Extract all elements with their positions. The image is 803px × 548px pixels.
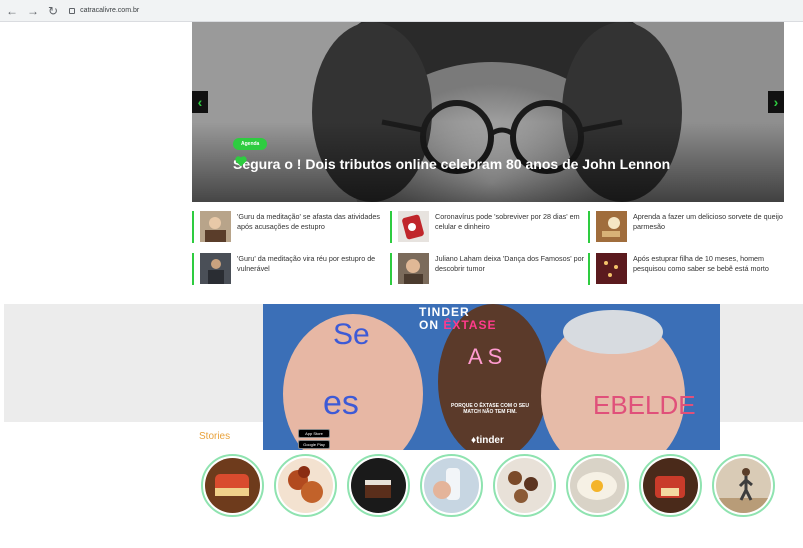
story-circle[interactable]: [639, 454, 702, 517]
news-title: Aprenda a fazer um delicioso sorvete de …: [633, 212, 783, 231]
tinder-ad-banner[interactable]: Se es EBELDE A S TINDER ON ÊXTASE PORQUE…: [263, 304, 720, 450]
ad-on: ON: [419, 318, 444, 332]
news-title: Juliano Laham deixa 'Dança dos Famosos' …: [435, 254, 584, 273]
news-item[interactable]: 'Guru' da meditação vira réu por estupro…: [192, 253, 390, 285]
app-store-badge[interactable]: App Store: [298, 429, 330, 438]
stories-row: [201, 454, 775, 517]
news-title: 'Guru da meditação' se afasta das ativid…: [237, 212, 380, 231]
news-grid: 'Guru da meditação' se afasta das ativid…: [192, 211, 784, 285]
story-circle[interactable]: [566, 454, 629, 517]
story-image: [278, 458, 333, 513]
story-circle[interactable]: [201, 454, 264, 517]
svg-text:A S: A S: [468, 344, 502, 369]
story-circle[interactable]: [347, 454, 410, 517]
chevron-left-icon: ‹: [197, 94, 203, 110]
back-arrow-icon[interactable]: ←: [6, 5, 18, 17]
hero-title[interactable]: Segura o ! Dois tributos online celebram…: [233, 156, 670, 172]
news-thumbnail: [200, 211, 231, 242]
stories-title: Stories: [199, 431, 231, 442]
chevron-right-icon: ›: [773, 94, 779, 110]
reload-icon[interactable]: ↻: [48, 5, 58, 17]
browser-toolbar: ← → ↻ catracalivre.com.br: [0, 0, 803, 22]
lock-icon: [69, 7, 76, 14]
svg-text:es: es: [323, 384, 359, 422]
tinder-brand: tinder: [476, 435, 504, 446]
news-thumbnail: [398, 253, 429, 284]
news-item[interactable]: Juliano Laham deixa 'Dança dos Famosos' …: [390, 253, 588, 285]
carousel-next-button[interactable]: ›: [768, 91, 784, 113]
news-item[interactable]: Após estuprar filha de 10 meses, homem p…: [588, 253, 784, 285]
story-circle[interactable]: [493, 454, 556, 517]
news-item[interactable]: 'Guru da meditação' se afasta das ativid…: [192, 211, 390, 243]
category-badge[interactable]: Agenda: [233, 138, 268, 150]
news-title: Após estuprar filha de 10 meses, homem p…: [633, 254, 769, 273]
hero-title-end: ! Dois tributos online celebram 80 anos …: [296, 156, 671, 172]
news-thumbnail: [398, 211, 429, 242]
news-thumbnail: [596, 253, 627, 284]
address-bar[interactable]: catracalivre.com.br: [69, 3, 369, 19]
news-title: 'Guru' da meditação vira réu por estupro…: [237, 254, 376, 273]
news-title: Coronavírus pode 'sobreviver por 28 dias…: [435, 212, 580, 231]
google-play-badge[interactable]: Google Play: [298, 440, 330, 449]
news-item[interactable]: Coronavírus pode 'sobreviver por 28 dias…: [390, 211, 588, 243]
ad-subheadline: ON ÊXTASE: [419, 318, 496, 332]
hero-carousel[interactable]: Agenda Segura o ! Dois tributos online c…: [192, 22, 784, 202]
story-image: [643, 458, 698, 513]
green-heart-icon: [235, 156, 247, 167]
svg-text:Se: Se: [333, 318, 370, 351]
story-image: [424, 458, 479, 513]
story-circle[interactable]: [420, 454, 483, 517]
story-image: [570, 458, 625, 513]
story-image: [497, 458, 552, 513]
story-circle[interactable]: [712, 454, 775, 517]
news-thumbnail: [596, 211, 627, 242]
url-text: catracalivre.com.br: [80, 7, 140, 14]
ad-copy: PORQUE O ÊXTASE COM O SEU MATCH NÃO TEM …: [451, 403, 529, 415]
ad-headline: TINDER: [419, 305, 470, 319]
news-item[interactable]: Aprenda a fazer um delicioso sorvete de …: [588, 211, 784, 243]
ad-extase: ÊXTASE: [443, 318, 497, 332]
story-circle[interactable]: [274, 454, 337, 517]
story-image: [716, 458, 771, 513]
story-image: [351, 458, 406, 513]
carousel-prev-button[interactable]: ‹: [192, 91, 208, 113]
forward-arrow-icon[interactable]: →: [27, 5, 39, 17]
svg-text:EBELDE: EBELDE: [593, 390, 696, 420]
tinder-logo: ♦tinder: [471, 435, 504, 446]
news-thumbnail: [200, 253, 231, 284]
story-image: [205, 458, 260, 513]
